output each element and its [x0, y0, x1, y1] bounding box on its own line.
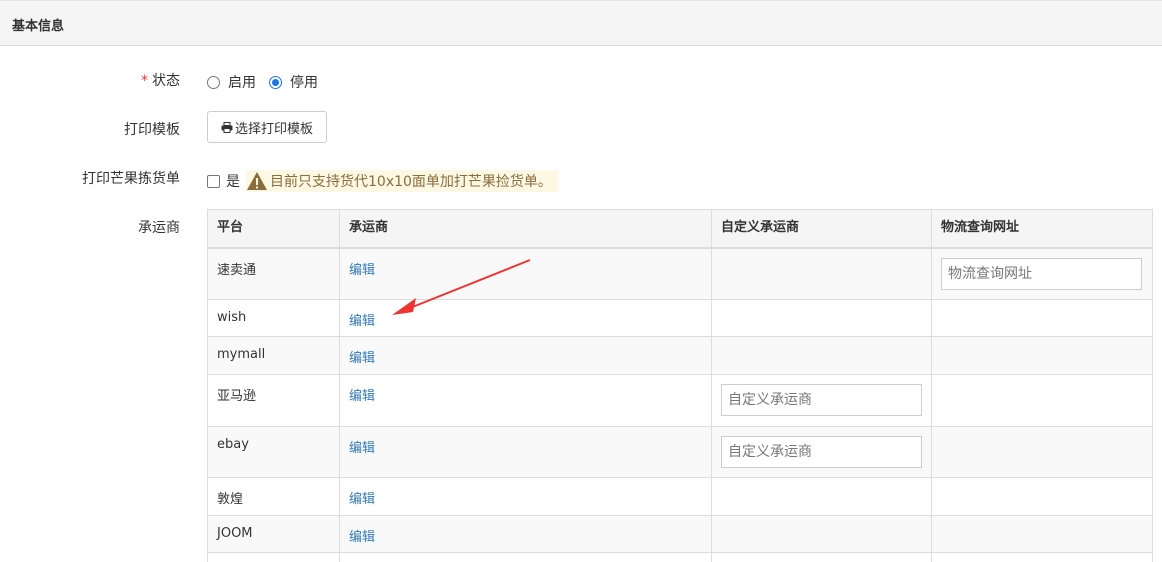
tracking-url-cell [931, 336, 1153, 375]
table-header-row: 平台 承运商 自定义承运商 物流查询网址 [207, 209, 1153, 249]
printer-icon [221, 121, 233, 133]
print-template-label: 打印模板 [124, 122, 180, 138]
status-label: * 状态 [141, 73, 180, 89]
status-radio-disable[interactable] [269, 75, 282, 89]
custom-carrier-input[interactable] [721, 436, 922, 468]
platform-cell: 亚马逊 [207, 374, 340, 427]
platform-cell: ebay [207, 426, 340, 478]
carrier-table: 平台 承运商 自定义承运商 物流查询网址 速卖通 编辑 wish 编辑 myma… [207, 209, 1153, 562]
platform-cell: 敦煌 [207, 477, 340, 516]
tracking-url-input[interactable] [941, 257, 1142, 290]
select-print-template-label: 选择打印模板 [234, 121, 313, 137]
custom-carrier-cell [711, 299, 932, 337]
select-print-template-button[interactable]: 选择打印模板 [207, 111, 327, 143]
tracking-url-cell [931, 515, 1153, 553]
custom-carrier-cell [711, 247, 932, 300]
warning-message: 目前只支持货代10x10面单加打芒果捡货单。 [246, 170, 558, 192]
tracking-url-cell [931, 477, 1153, 516]
column-header: 物流查询网址 [931, 209, 1153, 249]
edit-carrier-link[interactable]: 编辑 [349, 351, 375, 366]
mango-picking-label: 打印芒果拣货单 [82, 171, 180, 187]
platform-cell: wish [207, 299, 340, 337]
edit-carrier-link[interactable]: 编辑 [349, 441, 375, 456]
edit-carrier-link[interactable]: 编辑 [349, 530, 375, 545]
required-mark: * [141, 73, 148, 89]
table-row: wish 编辑 [207, 299, 1153, 337]
edit-carrier-link[interactable]: 编辑 [349, 389, 375, 404]
tracking-url-cell [931, 426, 1153, 478]
table-row: 速卖通 编辑 [207, 247, 1153, 300]
column-header: 平台 [207, 209, 340, 249]
table-row: mymall 编辑 [207, 336, 1153, 375]
status-option-label: 启用 [228, 75, 256, 91]
custom-carrier-cell [711, 477, 932, 516]
column-header: 承运商 [339, 209, 712, 249]
custom-carrier-input[interactable] [721, 384, 922, 416]
mango-picking-field: 是 目前只支持货代10x10面单加打芒果捡货单。 [207, 170, 558, 192]
table-row: JOOM 编辑 [207, 515, 1153, 553]
status-option-label: 停用 [290, 75, 318, 91]
edit-carrier-link[interactable]: 编辑 [349, 263, 375, 278]
platform-cell: JOOM [207, 515, 340, 553]
custom-carrier-cell [711, 515, 932, 553]
mango-picking-checkbox-label: 是 [226, 174, 240, 190]
tracking-url-cell [931, 299, 1153, 337]
table-row: 敦煌 编辑 [207, 477, 1153, 516]
table-row: 亚马逊 编辑 [207, 374, 1153, 427]
edit-carrier-link[interactable]: 编辑 [349, 492, 375, 507]
custom-carrier-cell [711, 336, 932, 375]
status-radio-group: 启用 停用 [207, 72, 331, 92]
tracking-url-cell [931, 374, 1153, 427]
panel-header: 基本信息 [0, 0, 1162, 46]
status-radio-enable[interactable] [207, 75, 220, 89]
edit-carrier-link[interactable]: 编辑 [349, 314, 375, 329]
warning-text: 目前只支持货代10x10面单加打芒果捡货单。 [270, 174, 552, 190]
warning-icon [246, 171, 268, 191]
carrier-label: 承运商 [138, 220, 180, 236]
table-row [207, 552, 1153, 562]
table-row: ebay 编辑 [207, 426, 1153, 478]
panel-title: 基本信息 [12, 19, 65, 34]
mango-picking-checkbox[interactable] [207, 174, 220, 188]
column-header: 自定义承运商 [711, 209, 932, 249]
platform-cell: 速卖通 [207, 247, 340, 300]
platform-cell: mymall [207, 336, 340, 375]
